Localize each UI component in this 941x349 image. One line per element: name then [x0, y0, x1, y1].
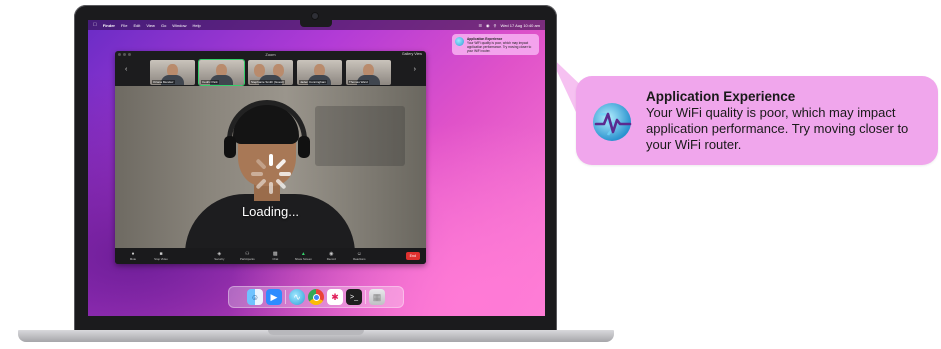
- mute-label: Mute: [129, 257, 137, 261]
- security-button[interactable]: ◈ Security: [207, 251, 231, 261]
- share-screen-button[interactable]: ▲ Share Screen: [291, 251, 315, 261]
- participants-button[interactable]: ⚇ Participants: [235, 251, 259, 261]
- zoom-window: Zoom Gallery View ‹ Oriana Mendez Cedric…: [115, 51, 426, 264]
- reactions-button[interactable]: ☺ Reactions: [347, 251, 371, 261]
- zoom-window-title: Zoom: [265, 52, 276, 57]
- participant-tile[interactable]: Thomas Ward: [346, 59, 391, 85]
- terminal-icon[interactable]: >_: [346, 289, 362, 305]
- loading-spinner-icon: [251, 154, 291, 194]
- menu-go[interactable]: Go: [161, 23, 166, 28]
- headphone-earcup-right: [298, 136, 310, 158]
- dock-separator: [285, 290, 286, 304]
- webcam: [311, 12, 319, 20]
- mini-notification-text: Application Experience Your WiFi quality…: [467, 37, 536, 53]
- finder-icon[interactable]: ☺: [247, 289, 263, 305]
- chevron-right-icon[interactable]: ›: [414, 66, 416, 73]
- mini-notification-globe-icon: [455, 37, 464, 46]
- notification-text: Application Experience Your WiFi quality…: [646, 89, 931, 153]
- dock-separator: [365, 290, 366, 304]
- notification-body: Your WiFi quality is poor, which may imp…: [646, 105, 909, 152]
- mute-button[interactable]: ● Mute: [121, 251, 145, 261]
- laptop-base-lip: [268, 330, 364, 335]
- record-label: Record: [326, 257, 336, 261]
- participant-strip: ‹ Oriana Mendez Cedric Park Stephanie Sm…: [115, 58, 426, 86]
- stop-video-button[interactable]: ■ Stop Video: [149, 251, 173, 261]
- stop-video-label: Stop Video: [154, 257, 168, 261]
- security-label: Security: [214, 257, 225, 261]
- gallery-view-button[interactable]: Gallery View: [402, 52, 422, 56]
- notification-title: Application Experience: [646, 89, 796, 104]
- zoom-toolbar: ● Mute ■ Stop Video ◈ Security ⚇ Participant…: [115, 248, 426, 264]
- menu-clock[interactable]: Wed 17 Aug 10:40 am: [500, 23, 540, 28]
- participant-name: Thomas Ward: [348, 79, 369, 84]
- menu-app-name[interactable]: Finder: [103, 23, 115, 28]
- chevron-left-icon[interactable]: ‹: [125, 66, 127, 73]
- loading-label: Loading...: [241, 204, 300, 219]
- chat-button[interactable]: ▩ Chat: [263, 251, 287, 261]
- menu-help[interactable]: Help: [193, 23, 201, 28]
- reactions-label: Reactions: [353, 257, 366, 261]
- notification-callout[interactable]: Application Experience Your WiFi quality…: [576, 76, 938, 165]
- participants-label: Participants: [239, 257, 255, 261]
- record-button[interactable]: ◉ Record: [319, 251, 343, 261]
- participant-name: Stephanie Smith (Guest): [250, 79, 285, 84]
- zoom-icon[interactable]: ▶: [266, 289, 282, 305]
- participant-tile[interactable]: Jaden Cunningham: [297, 59, 342, 85]
- window-controls: [118, 53, 131, 56]
- participant-tile-active-speaker[interactable]: Cedric Park: [199, 59, 244, 85]
- menu-edit[interactable]: Edit: [133, 23, 140, 28]
- search-icon[interactable]: ⚲: [494, 23, 497, 28]
- speaker-body: [185, 194, 355, 248]
- network-monitor-icon[interactable]: ∿: [289, 289, 305, 305]
- headphone-earcup-left: [224, 136, 236, 158]
- mini-notification-body: Your WiFi quality is poor, which may imp…: [467, 41, 532, 53]
- control-center-icon[interactable]: ☰: [478, 23, 482, 28]
- zoom-title-bar: Zoom Gallery View: [115, 51, 426, 58]
- participant-tile[interactable]: Oriana Mendez: [150, 59, 195, 85]
- dock: ☺ ▶ ∿ ✱ >_ ▦: [228, 286, 404, 308]
- maximize-window-button[interactable]: [128, 53, 131, 56]
- trash-icon[interactable]: ▦: [369, 289, 385, 305]
- share-screen-label: Share Screen: [294, 257, 312, 261]
- menu-view[interactable]: View: [146, 23, 155, 28]
- chrome-icon[interactable]: [308, 289, 324, 305]
- slack-icon[interactable]: ✱: [327, 289, 343, 305]
- menu-extras: ☰ ◉ ⚲ Wed 17 Aug 10:40 am: [478, 23, 540, 28]
- background-shelf: [315, 106, 405, 166]
- screen-notch: [300, 20, 332, 27]
- main-video: Loading...: [115, 86, 426, 248]
- mini-notification[interactable]: Application Experience Your WiFi quality…: [452, 34, 539, 55]
- end-meeting-button[interactable]: End: [405, 252, 420, 260]
- participant-tile[interactable]: Stephanie Smith (Guest): [248, 59, 293, 85]
- participant-name: Jaden Cunningham: [299, 79, 328, 84]
- page:  Finder File Edit View Go Window Help ☰…: [0, 0, 941, 349]
- desktop-screen:  Finder File Edit View Go Window Help ☰…: [88, 20, 545, 316]
- headphones-icon: [227, 100, 307, 155]
- close-window-button[interactable]: [118, 53, 121, 56]
- apple-icon[interactable]: : [93, 22, 97, 28]
- globe-wifi-pulse-icon: [593, 103, 632, 141]
- participant-name: Oriana Mendez: [152, 79, 175, 84]
- menu-window[interactable]: Window: [172, 23, 186, 28]
- menu-file[interactable]: File: [121, 23, 127, 28]
- minimize-window-button[interactable]: [123, 53, 126, 56]
- participant-name: Cedric Park: [201, 79, 219, 84]
- wifi-icon[interactable]: ◉: [486, 23, 490, 28]
- chat-label: Chat: [272, 257, 279, 261]
